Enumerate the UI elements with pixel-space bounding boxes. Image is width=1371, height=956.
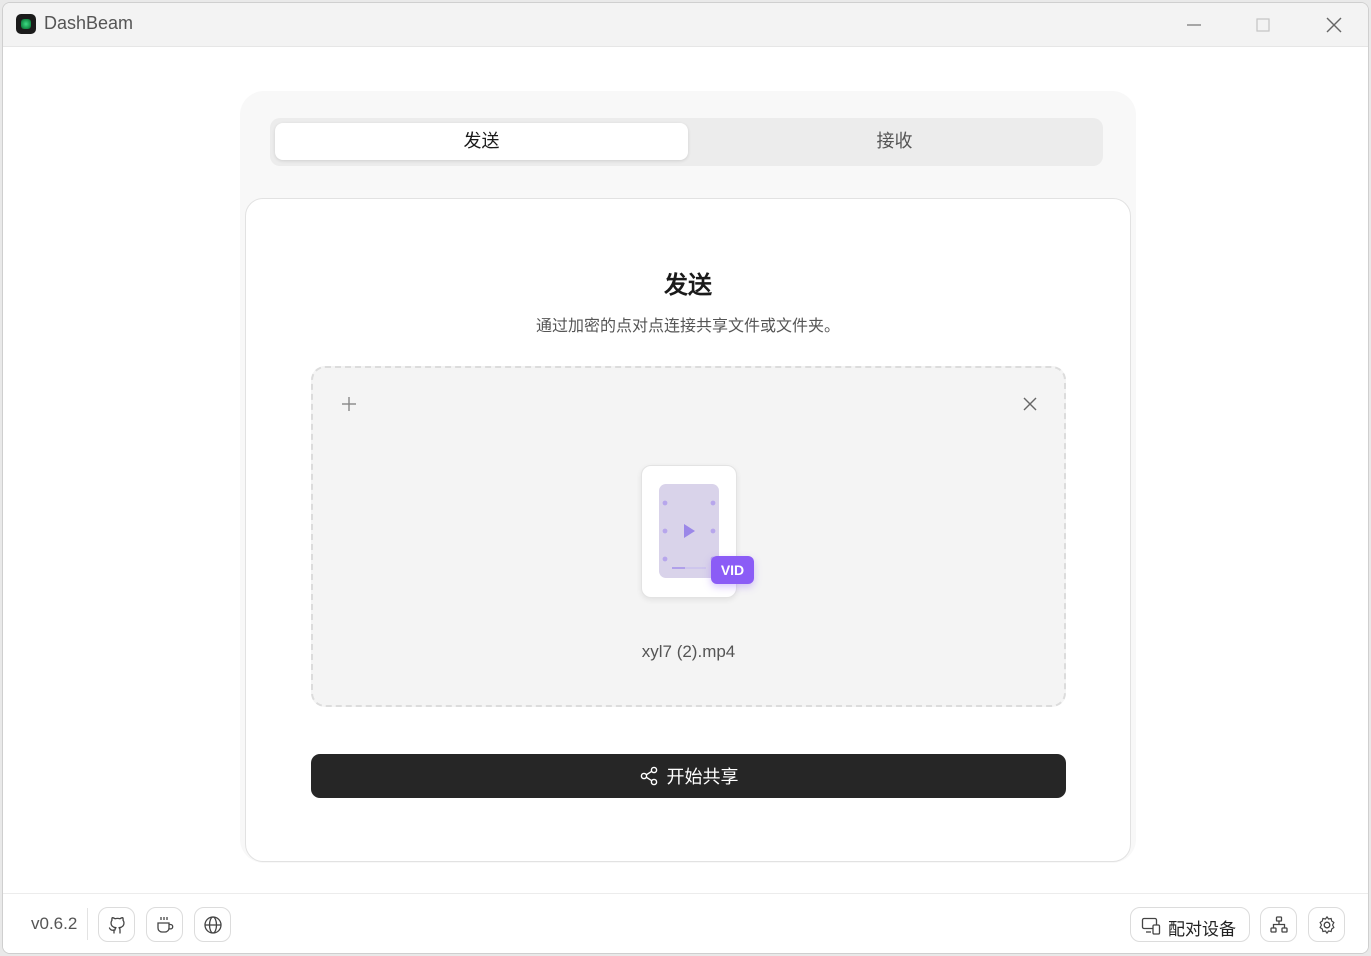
file-type-badge: VID [711,556,754,584]
tab-receive[interactable]: 接收 [688,123,1101,160]
start-sharing-label: 开始共享 [666,767,739,788]
plus-icon [342,397,356,411]
gear-icon [1319,916,1335,934]
title-bar[interactable]: DashBeam [3,3,1368,47]
network-button[interactable] [1260,907,1297,942]
minimize-button[interactable] [1179,11,1209,39]
send-subtitle: 通过加密的点对点连接共享文件或文件夹。 [535,316,840,335]
file-drop-zone[interactable]: VID xyl7 (2).mp4 [311,366,1066,707]
close-icon [1326,17,1342,33]
tab-send[interactable]: 发送 [275,123,688,160]
network-icon [1270,916,1288,933]
start-sharing-button[interactable]: 开始共享 [311,754,1066,798]
globe-icon [204,916,222,934]
close-icon [1023,397,1037,411]
app-window: DashBeam 发送 接收 发送 通过加密的点对点连接共享文件或文件夹。 VI… [2,2,1369,954]
settings-button[interactable] [1308,907,1345,942]
send-card: 发送 通过加密的点对点连接共享文件或文件夹。 VID xyl7 (2).mp4 … [245,198,1131,862]
minimize-icon [1187,24,1201,26]
main-panel: 发送 接收 发送 通过加密的点对点连接共享文件或文件夹。 VID xyl7 (2… [240,91,1136,863]
maximize-button[interactable] [1248,11,1278,39]
devices-icon [1141,917,1161,935]
share-icon [640,766,657,786]
coffee-button[interactable] [146,907,183,942]
app-version: v0.6.2 [31,914,78,933]
app-logo-icon [16,14,36,34]
pair-device-button[interactable]: 配对设备 [1130,907,1250,942]
language-button[interactable] [194,907,231,942]
maximize-icon [1256,18,1270,32]
close-window-button[interactable] [1319,11,1349,39]
video-file-icon [659,484,719,578]
footer-bar: v0.6.2 配对设备 [3,893,1368,953]
coffee-icon [157,917,174,933]
send-title: 发送 [664,271,712,299]
github-icon [108,917,125,934]
add-file-button[interactable] [339,394,359,414]
footer-divider [87,908,88,940]
file-name: xyl7 (2).mp4 [641,642,736,661]
mode-tabs: 发送 接收 [270,118,1103,166]
clear-files-button[interactable] [1020,394,1040,414]
app-title: DashBeam [44,13,134,33]
pair-device-label: 配对设备 [1168,920,1236,940]
github-button[interactable] [98,907,135,942]
